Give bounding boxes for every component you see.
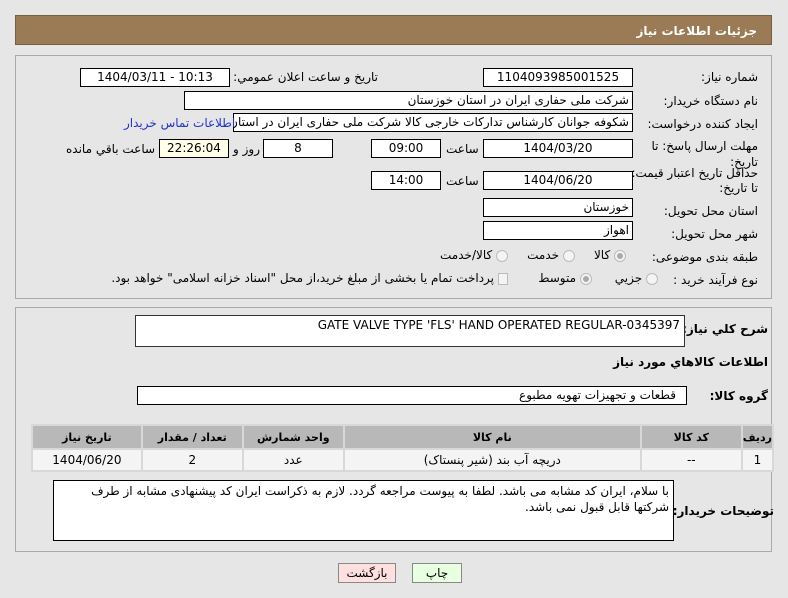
announce-label: تاریخ و ساعت اعلان عمومي: [233,70,378,84]
need-number-field: 1104093985001525 [483,68,633,87]
need-number-label: شماره نیاز: [701,70,758,84]
province-label: استان محل تحویل: [663,204,758,218]
deadline-time-label: ساعت [446,142,479,156]
payment-note: پرداخت تمام یا بخشی از مبلغ خرید،از محل … [111,271,495,285]
city-label: شهر محل تحویل: [671,227,758,241]
buyer-contact-link[interactable]: اطلاعات تماس خریدار [124,116,235,130]
group-label: گروه کالا: [709,389,768,403]
deadline-time-field: 09:00 [371,139,441,158]
col-unit: واحد شمارش [243,426,343,448]
group-field: قطعات و تجهیزات تهویه مطبوع [137,386,687,405]
category-service-label: خدمت [527,248,560,262]
process-radio-group: جزیي متوسط پرداخت تمام یا بخشی از مبلغ خ… [111,271,658,285]
cell-qty: 2 [142,450,242,470]
table-row: 1 -- دریچه آب بند (شیر پنستاک) عدد 2 140… [33,450,772,470]
validity-label: حداقل تاریخ اعتبار قیمت: تا تاریخ: [631,166,758,195]
cell-row: 1 [742,450,772,470]
buyer-org-label: نام دستگاه خریدار: [663,94,759,108]
buyer-org-field: شرکت ملی حفاری ایران در استان خوزستان [184,91,633,110]
province-field: خوزستان [483,198,633,217]
days-label: روز و [233,142,260,156]
cell-date: 1404/06/20 [33,450,141,470]
process-medium-label: متوسط [538,271,577,285]
page-header: جزئیات اطلاعات نیاز [15,15,772,45]
category-label: طبقه بندی موضوعی: [651,250,758,264]
remaining-time-field: 22:26:04 [159,139,229,158]
process-medium-radio[interactable] [579,272,592,285]
process-minor-label: جزیي [614,271,643,285]
col-qty: تعداد / مقدار [142,426,242,448]
days-field: 8 [263,139,333,158]
col-code: کد کالا [641,426,741,448]
category-goods-radio[interactable] [614,249,626,262]
summary-label: شرح کلي نياز: [682,322,768,336]
col-date: تاريخ نياز [33,426,141,448]
print-button[interactable]: چاپ [412,563,462,583]
cell-name: دریچه آب بند (شیر پنستاک) [344,450,640,470]
creator-label: ایجاد کننده درخواست: [647,117,758,131]
validity-date-field: 1404/06/20 [483,171,633,190]
col-name: نام کالا [344,426,640,448]
notes-label: توضیحات خریدار: [672,504,774,518]
cell-unit: عدد [243,450,343,470]
treasury-payment-checkbox[interactable] [497,272,508,285]
remaining-label: ساعت باقي مانده [66,142,156,156]
table-header-row: رديف کد کالا نام کالا واحد شمارش تعداد /… [33,426,772,448]
items-table: رديف کد کالا نام کالا واحد شمارش تعداد /… [31,424,774,472]
process-label: نوع فرآیند خرید : [673,273,758,287]
cell-code: -- [641,450,741,470]
notes-field[interactable]: با سلام، ایران کد مشابه می باشد. لطفا به… [53,480,674,541]
summary-field[interactable]: GATE VALVE TYPE 'FLS' HAND OPERATED REGU… [135,315,685,347]
creator-field: شکوفه جوانان کارشناس تدارکات خارجی کالا … [233,113,633,132]
announce-field: 1404/03/11 - 10:13 [80,68,230,87]
items-title: اطلاعات کالاهاي مورد نياز [613,355,768,369]
category-radio-group: کالا خدمت کالا/خدمت [440,248,626,262]
back-button[interactable]: بازگشت [338,563,396,583]
category-both-label: کالا/خدمت [440,248,493,262]
deadline-date-field: 1404/03/20 [483,139,633,158]
validity-time-label: ساعت [446,174,479,188]
col-row: رديف [742,426,772,448]
process-minor-radio[interactable] [646,272,658,285]
category-both-radio[interactable] [496,249,509,262]
category-service-radio[interactable] [562,249,575,262]
category-goods-label: کالا [593,248,611,262]
page-title: جزئیات اطلاعات نیاز [636,24,757,38]
city-field: اهواز [483,221,633,240]
validity-time-field: 14:00 [371,171,441,190]
